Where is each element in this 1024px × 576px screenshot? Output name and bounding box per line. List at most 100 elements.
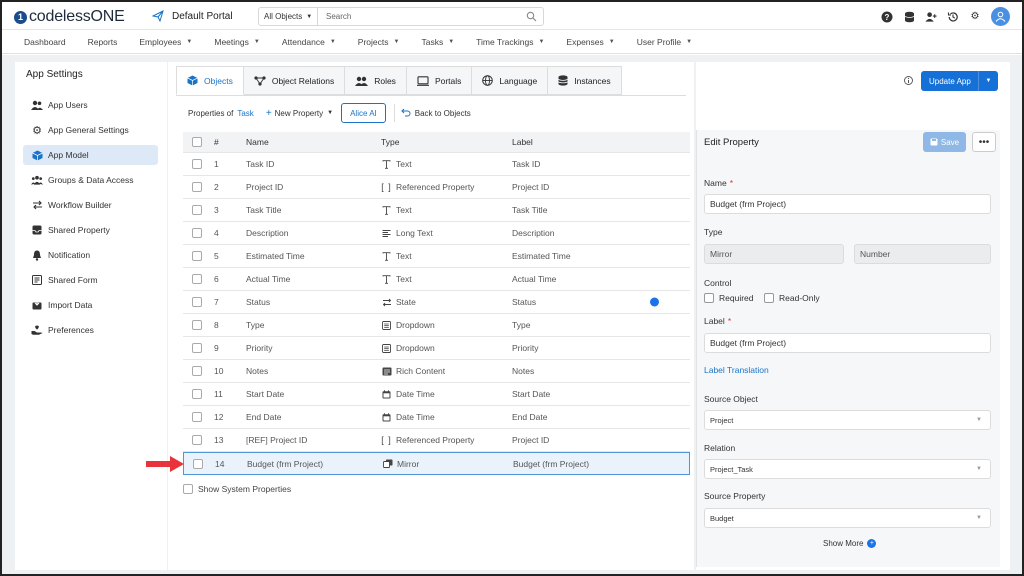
table-row[interactable]: 5 Estimated Time Text Estimated Time [183,245,690,268]
readonly-option[interactable]: Read-Only [764,293,820,303]
back-to-objects-button[interactable]: Back to Objects [401,108,471,119]
row-checkbox[interactable] [192,343,202,353]
required-option[interactable]: Required [704,293,754,303]
tab-language[interactable]: Language [472,66,549,95]
tab-roles[interactable]: Roles [345,66,407,95]
row-checkbox[interactable] [193,458,203,469]
menu-item-projects[interactable]: Projects ▼ [358,37,400,47]
relation-select[interactable]: Project_Task ▼ [704,459,991,479]
property-label: Status [512,297,537,307]
object-name[interactable]: Task [237,109,253,118]
row-checkbox[interactable] [192,182,202,192]
table-row[interactable]: 13 [REF] Project ID [ ] Referenced Property… [183,429,690,452]
row-checkbox[interactable] [192,412,202,422]
search-input[interactable]: Search [318,7,544,26]
tab-instances[interactable]: Instances [548,66,622,95]
menu-item-dashboard[interactable]: Dashboard [24,37,66,47]
readonly-checkbox[interactable] [764,293,774,303]
sidebar-item-preferences[interactable]: Preferences [23,320,158,340]
sidebar-item-import-data[interactable]: Import Data [23,295,158,315]
table-row[interactable]: 6 Actual Time Text Actual Time [183,268,690,291]
show-more-button[interactable]: Show More + [823,539,877,548]
sidebar-item-shared-form[interactable]: Shared Form [23,270,158,290]
search-scope-select[interactable]: All Objects ▼ [258,7,318,26]
row-checkbox[interactable] [192,366,202,376]
table-row[interactable]: 12 End Date Date Time End Date [183,406,690,429]
row-checkbox[interactable] [192,228,202,238]
help-icon[interactable]: ? [881,11,893,23]
sidebar-item-workflow-builder[interactable]: Workflow Builder [23,195,158,215]
search-scope-value: All Objects [264,12,303,21]
cube-icon [187,75,198,86]
add-user-icon[interactable] [925,11,937,23]
app-logo[interactable]: 1 codelessONE [14,8,125,26]
search-icon[interactable] [526,11,537,22]
portal-selector[interactable]: Default Portal [152,10,233,22]
chevron-down-icon[interactable]: ▼ [978,71,998,91]
table-row[interactable]: 7 Status State Status [183,291,690,314]
form-icon [31,275,43,285]
table-row[interactable]: 4 Description Long Text Description [183,222,690,245]
required-checkbox[interactable] [704,293,714,303]
row-checkbox[interactable] [192,297,202,307]
table-row[interactable]: 2 Project ID [ ] Referenced Property Project… [183,176,690,199]
top-bar: 1 codelessONE Default Portal All Objects… [2,2,1022,30]
tab-object-relations[interactable]: Object Relations [243,66,346,95]
menu-item-reports[interactable]: Reports [88,37,118,47]
row-checkbox[interactable] [192,251,202,261]
property-type: [ ] Referenced Property [381,435,474,445]
more-options-button[interactable]: ••• [972,132,996,152]
row-checkbox[interactable] [192,205,202,215]
table-row[interactable]: 11 Start Date Date Time Start Date [183,383,690,406]
database-icon[interactable] [903,11,915,23]
property-name: Project ID [246,182,284,192]
new-property-button[interactable]: + New Property ▼ [266,108,333,119]
sidebar-item-groups-data-access[interactable]: Groups & Data Access [23,170,158,190]
table-row[interactable]: 3 Task Title Text Task Title [183,199,690,222]
select-all-checkbox[interactable] [192,137,202,147]
show-system-properties[interactable]: Show System Properties [183,484,291,494]
info-icon[interactable] [904,76,913,85]
table-row[interactable]: 14 Budget (frm Project) Mirror Budget (frm … [183,452,690,475]
name-field[interactable]: Budget (frm Project) [704,194,991,214]
required-label: Required [719,293,754,303]
menu-item-time-trackings[interactable]: Time Trackings ▼ [476,37,544,47]
source-object-select[interactable]: Project ▼ [704,410,991,430]
tab-objects[interactable]: Objects [176,66,244,95]
row-checkbox[interactable] [192,159,202,169]
row-checkbox[interactable] [192,389,202,399]
menu-item-meetings[interactable]: Meetings ▼ [214,37,259,47]
table-row[interactable]: 1 Task ID Text Task ID [183,153,690,176]
label-translation-link[interactable]: Label Translation [704,365,769,375]
header-name[interactable]: Name [246,137,269,147]
row-checkbox[interactable] [192,435,202,445]
row-checkbox[interactable] [192,320,202,330]
header-label[interactable]: Label [512,137,533,147]
sidebar-item-app-model[interactable]: App Model [23,145,158,165]
update-app-button[interactable]: Update App ▼ [921,71,998,91]
show-system-checkbox[interactable] [183,484,193,494]
table-row[interactable]: 8 Type Dropdown Type [183,314,690,337]
table-row[interactable]: 9 Priority Dropdown Priority [183,337,690,360]
sidebar-item-shared-property[interactable]: Shared Property [23,220,158,240]
row-checkbox[interactable] [192,274,202,284]
table-row[interactable]: 10 Notes Rich Content Notes [183,360,690,383]
gear-icon[interactable]: ⚙ [969,11,981,23]
save-button[interactable]: Save [923,132,966,152]
menu-item-expenses[interactable]: Expenses ▼ [566,37,614,47]
sidebar-item-notification[interactable]: Notification [23,245,158,265]
alice-ai-button[interactable]: Alice AI [341,103,386,123]
history-icon[interactable] [947,11,959,23]
source-property-select[interactable]: Budget ▼ [704,508,991,528]
sidebar-item-app-general-settings[interactable]: ⚙ App General Settings [23,120,158,140]
tab-portals[interactable]: Portals [406,66,473,95]
sidebar-item-app-users[interactable]: App Users [23,95,158,115]
menu-item-user-profile[interactable]: User Profile ▼ [637,37,692,47]
property-type-label: Referenced Property [396,182,475,192]
menu-item-tasks[interactable]: Tasks ▼ [421,37,454,47]
menu-item-employees[interactable]: Employees ▼ [139,37,192,47]
avatar[interactable] [991,7,1010,26]
menu-item-attendance[interactable]: Attendance ▼ [282,37,336,47]
header-type[interactable]: Type [381,137,399,147]
label-field[interactable]: Budget (frm Project) [704,333,991,353]
